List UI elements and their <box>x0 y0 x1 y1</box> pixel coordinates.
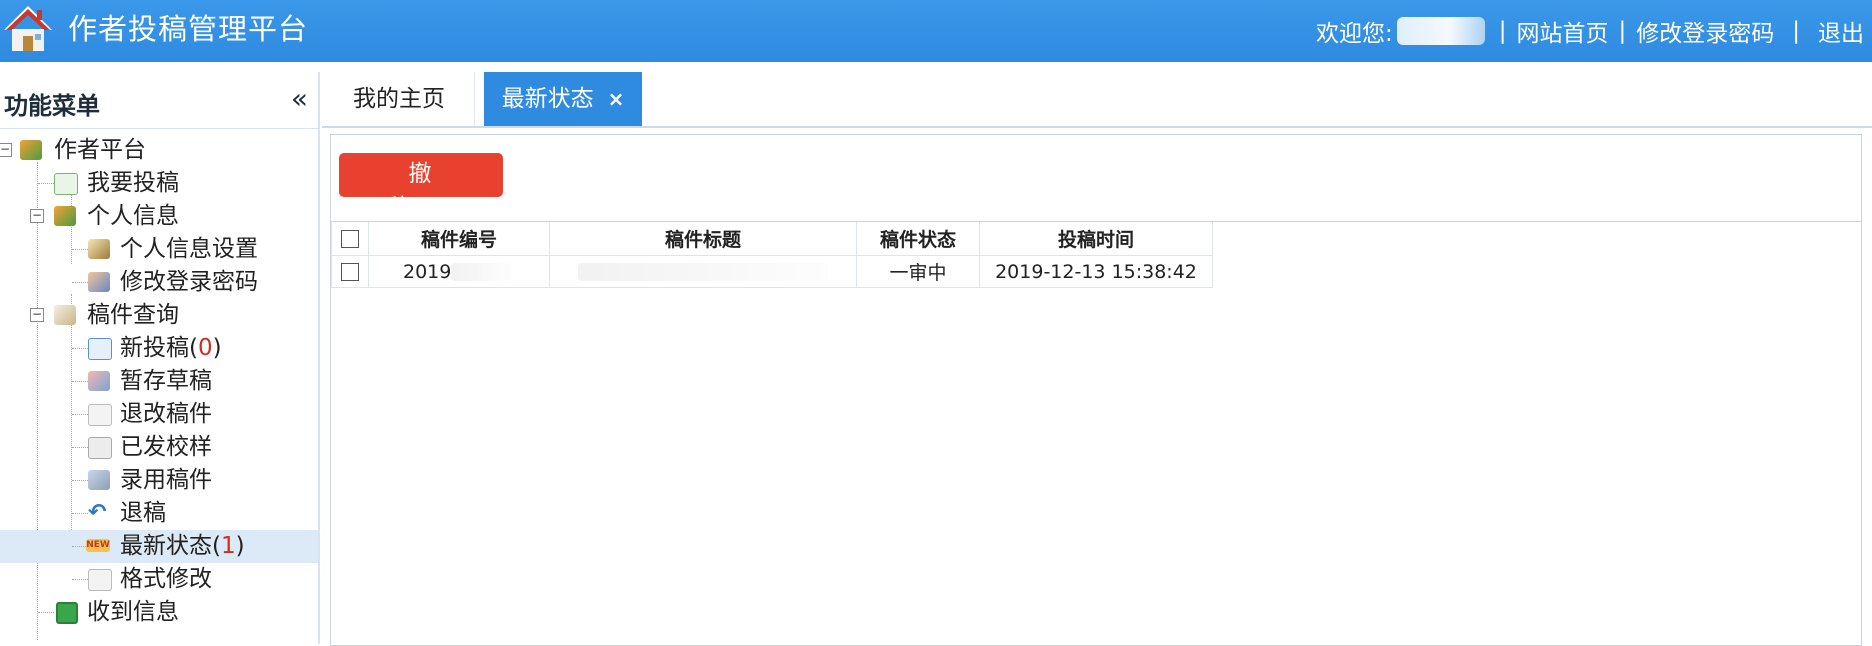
username-redacted <box>1396 17 1485 45</box>
user-key-icon <box>88 272 110 292</box>
column-header[interactable]: 稿件状态 <box>856 222 980 256</box>
manuscript-title <box>549 255 857 288</box>
tree-item-messages[interactable]: 收到信息 <box>0 596 318 629</box>
collapse-toggle-icon[interactable]: − <box>30 308 44 322</box>
tree-item-proofs[interactable]: 已发校样 <box>0 431 318 464</box>
tree-item-drafts[interactable]: 暂存草稿 <box>0 365 318 398</box>
top-user-links: 欢迎您: | 网站首页 | 修改登录密码 | 退出 <box>1316 14 1864 48</box>
tree-connector <box>72 348 88 349</box>
collapse-icon[interactable]: « <box>291 82 308 115</box>
separator: | <box>1792 18 1800 44</box>
separator: | <box>1618 18 1627 44</box>
manuscript-id-text: 2019 <box>403 260 452 283</box>
submission-time: 2019-12-13 15:38:42 <box>979 255 1213 288</box>
redacted-text <box>578 263 828 281</box>
add-doc-icon <box>54 173 78 195</box>
select-all-cell <box>331 222 369 256</box>
separator: | <box>1498 18 1507 44</box>
tree-connector <box>72 282 88 283</box>
return-doc-icon <box>88 404 112 426</box>
collapse-toggle-icon[interactable]: − <box>30 209 44 223</box>
undo-icon: ↶ <box>88 500 107 525</box>
tree-item-author-platform[interactable]: − 作者平台 <box>0 134 318 167</box>
redacted-text <box>451 263 512 281</box>
tree-item-accepted[interactable]: 录用稿件 <box>0 464 318 497</box>
tree-item-revision[interactable]: 退改稿件 <box>0 398 318 431</box>
tree-connector <box>72 480 88 481</box>
table-row[interactable]: 2019 一审中 2019-12-13 15:38:42 <box>331 255 1213 288</box>
tree-item-personal-settings[interactable]: 个人信息设置 <box>0 233 318 266</box>
row-checkbox[interactable] <box>341 263 359 281</box>
tab-latest-status[interactable]: 最新状态 × <box>484 72 642 126</box>
site-home-link[interactable]: 网站首页 <box>1517 14 1609 48</box>
tab-label: 最新状态 <box>501 86 594 112</box>
people-icon <box>54 206 76 226</box>
home-logo-icon <box>4 6 52 51</box>
document-icon <box>88 338 112 360</box>
manuscript-table: 稿件编号 稿件标题 稿件状态 投稿时间 2019 一审中 2019-12-13 … <box>331 221 1861 288</box>
tree-item-manuscript-query[interactable]: − 稿件查询 <box>0 299 318 332</box>
tree-connector <box>72 447 88 448</box>
tree-item-change-password[interactable]: 修改登录密码 <box>0 266 318 299</box>
welcome-text: 欢迎您: <box>1316 21 1393 47</box>
table-header-row: 稿件编号 稿件标题 稿件状态 投稿时间 <box>331 222 1213 256</box>
tree-connector <box>72 579 88 580</box>
manuscript-status: 一审中 <box>856 255 980 288</box>
message-icon <box>56 602 78 624</box>
tree-item-latest-status[interactable]: NEW 最新状态(1) <box>0 530 318 563</box>
column-header[interactable]: 稿件标题 <box>549 222 857 256</box>
draft-icon <box>88 371 110 391</box>
tree-item-submit[interactable]: 我要投稿 <box>0 167 318 200</box>
top-header: 作者投稿管理平台 欢迎您: | 网站首页 | 修改登录密码 | 退出 <box>0 0 1872 62</box>
accepted-icon <box>88 470 110 490</box>
tree-item-new-submission[interactable]: 新投稿(0) <box>0 332 318 365</box>
manuscript-id: 2019 <box>368 255 550 288</box>
people-icon <box>20 140 42 160</box>
select-all-checkbox[interactable] <box>341 230 359 248</box>
count-badge: 1 <box>220 533 236 559</box>
function-tree: − 作者平台 我要投稿 − 个人信息 个人信息设置 修改登录密码 − 稿件查询 <box>0 134 318 640</box>
close-icon[interactable]: × <box>608 87 625 111</box>
tree-connector <box>38 183 54 184</box>
row-checkbox-cell <box>331 255 369 288</box>
tree-item-rejected[interactable]: ↶ 退稿 <box>0 497 318 530</box>
search-doc-icon <box>54 305 76 325</box>
collapse-toggle-icon[interactable]: − <box>0 143 12 157</box>
column-header[interactable]: 投稿时间 <box>979 222 1213 256</box>
column-header[interactable]: 稿件编号 <box>368 222 550 256</box>
count-badge: 0 <box>197 335 213 361</box>
withdraw-button[interactable]: 撤稿 <box>339 153 503 220</box>
main-area: 我的主页 最新状态 × 撤稿 稿件编号 稿件标题 稿件状态 投稿时间 2019 … <box>322 72 1872 646</box>
sidebar-header: 功能菜单 « <box>0 72 318 129</box>
tree-connector <box>72 381 88 382</box>
logout-link[interactable]: 退出 <box>1818 14 1864 48</box>
tree-connector <box>72 513 88 514</box>
sidebar: 功能菜单 « − 作者平台 我要投稿 − 个人信息 个人信息设置 修改登录密码 … <box>0 72 320 644</box>
tab-bar: 我的主页 最新状态 × <box>322 72 1872 128</box>
proof-icon <box>88 437 112 459</box>
tree-connector <box>72 414 88 415</box>
tab-label: 我的主页 <box>353 86 445 112</box>
app-title: 作者投稿管理平台 <box>68 12 309 46</box>
format-icon <box>88 569 112 591</box>
tree-item-personal-info[interactable]: − 个人信息 <box>0 200 318 233</box>
tree-connector <box>72 249 88 250</box>
edit-icon <box>88 239 110 259</box>
change-password-link[interactable]: 修改登录密码 <box>1636 14 1774 48</box>
sidebar-title: 功能菜单 <box>4 92 100 120</box>
content-panel: 撤稿 稿件编号 稿件标题 稿件状态 投稿时间 2019 一审中 2019-12-… <box>330 134 1862 646</box>
tree-connector <box>38 612 54 613</box>
tree-item-format-edit[interactable]: 格式修改 <box>0 563 318 596</box>
tab-my-home[interactable]: 我的主页 <box>324 72 475 126</box>
new-badge-icon: NEW <box>86 539 110 552</box>
